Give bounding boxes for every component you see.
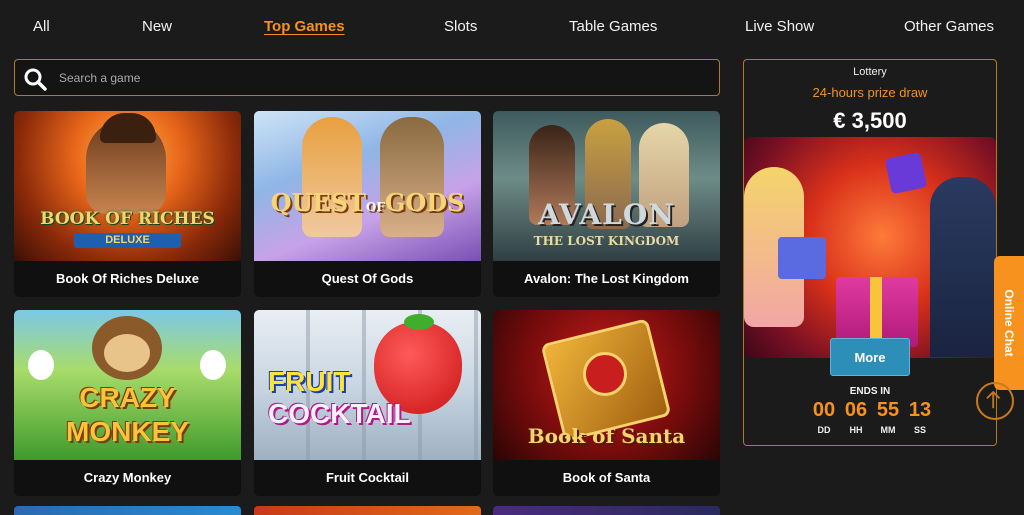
game-logo: FRUIT — [268, 366, 351, 397]
game-card[interactable]: Book of Santa Book of Santa — [493, 310, 720, 496]
nav-slots[interactable]: Slots — [444, 18, 477, 35]
game-logo: BOOK OF RICHES — [40, 209, 215, 229]
game-logo: CRAZY — [79, 382, 176, 413]
lottery-banner-image — [744, 137, 996, 358]
game-thumbnail[interactable]: BOOK OF RICHES DELUXE — [14, 111, 241, 261]
nav-other-games[interactable]: Other Games — [904, 18, 994, 35]
lottery-subtitle: 24-hours prize draw — [812, 85, 928, 100]
lottery-prize: € 3,500 — [833, 108, 907, 133]
game-thumbnail[interactable]: CRAZY MONKEY — [14, 310, 241, 460]
search-bar[interactable] — [14, 59, 720, 96]
game-card[interactable]: AVALON THE LOST KINGDOM Avalon: The Lost… — [493, 111, 720, 297]
online-chat-tab[interactable]: Online Chat — [994, 256, 1024, 390]
game-title[interactable]: Book of Santa — [493, 460, 720, 496]
game-thumbnail[interactable]: AVALON THE LOST KINGDOM — [493, 111, 720, 261]
search-input[interactable] — [59, 60, 699, 95]
game-card-partial[interactable] — [254, 506, 481, 515]
game-logo: QUESTOFGODS — [270, 188, 465, 217]
game-card[interactable]: FRUIT COCKTAIL Fruit Cocktail — [254, 310, 481, 496]
game-thumbnail[interactable]: FRUIT COCKTAIL — [254, 310, 481, 460]
nav-new[interactable]: New — [142, 18, 172, 35]
nav-top-games[interactable]: Top Games — [264, 18, 345, 35]
countdown-seconds: 13 SS — [908, 399, 932, 435]
online-chat-label: Online Chat — [1002, 289, 1016, 357]
scroll-to-top-button[interactable] — [976, 382, 1014, 420]
game-title[interactable]: Avalon: The Lost Kingdom — [493, 261, 720, 297]
nav-live-show[interactable]: Live Show — [745, 18, 814, 35]
nav-all[interactable]: All — [33, 18, 50, 35]
game-logo-sub: THE LOST KINGDOM — [533, 234, 680, 248]
game-card-partial[interactable] — [14, 506, 241, 515]
game-logo-sub: DELUXE — [74, 233, 181, 248]
countdown-hours: 06 HH — [844, 399, 868, 435]
lottery-more-button[interactable]: More — [830, 338, 910, 376]
lottery-panel: Lottery 24-hours prize draw € 3,500 More… — [743, 59, 997, 446]
game-title[interactable]: Fruit Cocktail — [254, 460, 481, 496]
game-logo: AVALON — [538, 198, 675, 231]
game-card-partial[interactable] — [493, 506, 720, 515]
game-thumbnail[interactable]: QUESTOFGODS — [254, 111, 481, 261]
game-logo-sub: COCKTAIL — [268, 398, 411, 429]
category-nav: All New Top Games Slots Table Games Live… — [0, 0, 1024, 55]
game-thumbnail[interactable]: Book of Santa — [493, 310, 720, 460]
lottery-ends-label: ENDS IN — [849, 386, 891, 397]
arrow-up-icon — [986, 390, 1001, 409]
nav-table-games[interactable]: Table Games — [569, 18, 657, 35]
search-icon[interactable] — [23, 67, 47, 91]
game-title[interactable]: Book Of Riches Deluxe — [14, 261, 241, 297]
game-title[interactable]: Crazy Monkey — [14, 460, 241, 496]
lottery-title: Lottery — [853, 66, 887, 78]
countdown-days: 00 DD — [812, 399, 836, 435]
game-card[interactable]: BOOK OF RICHES DELUXE Book Of Riches Del… — [14, 111, 241, 297]
game-card[interactable]: QUESTOFGODS Quest Of Gods — [254, 111, 481, 297]
game-card[interactable]: CRAZY MONKEY Crazy Monkey — [14, 310, 241, 496]
countdown-minutes: 55 MM — [876, 399, 900, 435]
game-logo: Book of Santa — [527, 424, 686, 448]
lottery-countdown: 00 DD 06 HH 55 MM 13 SS — [808, 398, 936, 435]
game-title[interactable]: Quest Of Gods — [254, 261, 481, 297]
game-logo-sub: MONKEY — [66, 416, 189, 447]
